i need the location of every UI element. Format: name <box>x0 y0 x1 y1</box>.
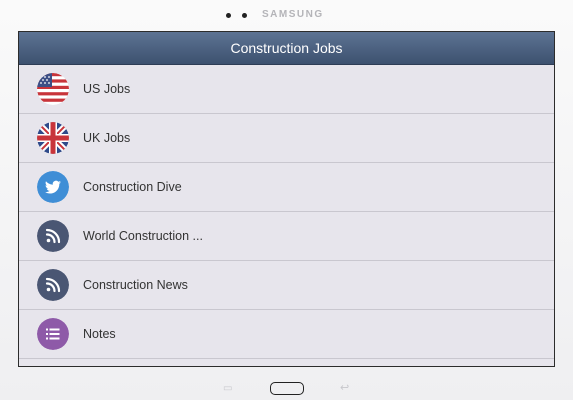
app-screen: Construction Jobs US Jobs UK Jobs Constr… <box>18 31 555 367</box>
menu-item-label: Notes <box>83 327 116 341</box>
rss-icon <box>37 220 69 252</box>
us-flag-icon <box>37 73 69 105</box>
menu-list: US Jobs UK Jobs Construction Dive World … <box>19 65 554 359</box>
twitter-bird-icon <box>37 171 69 203</box>
menu-item-us-jobs[interactable]: US Jobs <box>19 65 554 114</box>
camera-row: SAMSUNG <box>0 8 573 22</box>
rss-icon <box>37 269 69 301</box>
device-nav-bar: ▭ ↩ <box>0 380 573 400</box>
menu-item-label: US Jobs <box>83 82 131 96</box>
uk-flag-icon <box>37 122 69 154</box>
back-button[interactable]: ↩ <box>340 383 352 394</box>
home-button[interactable] <box>270 382 304 395</box>
menu-item-uk-jobs[interactable]: UK Jobs <box>19 114 554 163</box>
sensor-dot <box>226 13 231 18</box>
recent-apps-button[interactable]: ▭ <box>223 384 235 394</box>
app-title: Construction Jobs <box>230 40 343 56</box>
menu-item-world-construction[interactable]: World Construction ... <box>19 212 554 261</box>
device-brand-logo: SAMSUNG <box>262 9 324 20</box>
list-icon <box>37 318 69 350</box>
menu-item-label: Construction Dive <box>83 180 182 194</box>
menu-item-construction-dive[interactable]: Construction Dive <box>19 163 554 212</box>
camera-dot <box>242 13 247 18</box>
menu-item-label: Construction News <box>83 278 188 292</box>
app-title-bar: Construction Jobs <box>19 32 554 65</box>
menu-item-notes[interactable]: Notes <box>19 310 554 359</box>
menu-item-construction-news[interactable]: Construction News <box>19 261 554 310</box>
tablet-bezel: SAMSUNG Construction Jobs US Jobs UK Job… <box>0 0 573 400</box>
menu-item-label: UK Jobs <box>83 131 131 145</box>
menu-item-label: World Construction ... <box>83 229 203 243</box>
